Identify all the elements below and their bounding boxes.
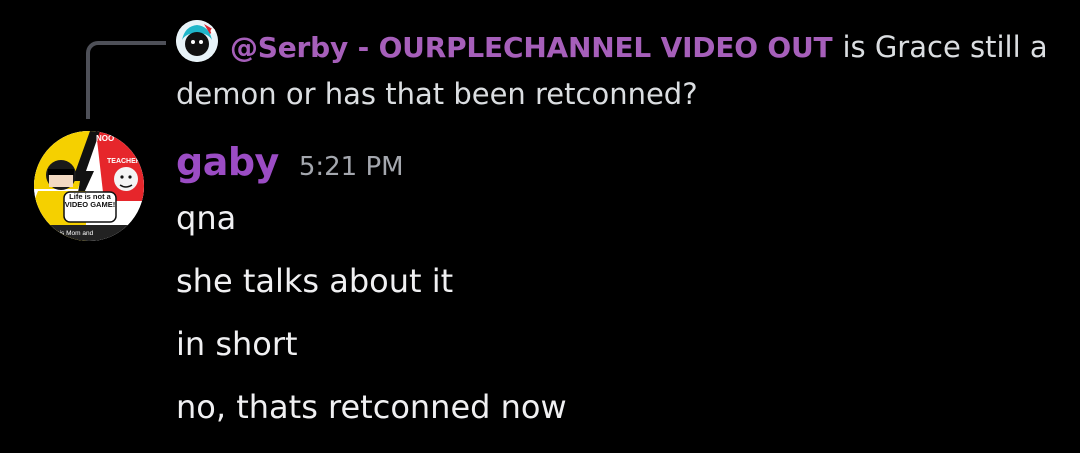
message-timestamp[interactable]: 5:21 PM <box>299 152 404 182</box>
avatar-heart-icon: ♡ <box>48 131 59 143</box>
message-line[interactable]: no, thats retconned now <box>176 387 567 427</box>
author-avatar-image: NOO ♡ TEACHER Life is not a VIDEO GAME! … <box>34 131 144 241</box>
avatar-top-text: NOO <box>96 134 114 143</box>
avatar-caption: Life is not a VIDEO GAME! <box>64 193 116 209</box>
avatar-bottom-text: his Mom and <box>56 230 94 237</box>
reply-preview[interactable]: @Serby - OURPLECHANNEL VIDEO OUT is Grace… <box>176 24 1056 117</box>
message-line[interactable]: she talks about it <box>176 261 453 301</box>
author-avatar[interactable]: NOO ♡ TEACHER Life is not a VIDEO GAME! … <box>34 131 144 241</box>
avatar-year-text: 20 <box>125 216 132 222</box>
message-header: gaby 5:21 PM <box>176 140 404 190</box>
reply-author[interactable]: @Serby - OURPLECHANNEL VIDEO OUT <box>230 31 833 64</box>
chat-screen: @Serby - OURPLECHANNEL VIDEO OUT is Grace… <box>0 0 1080 453</box>
avatar-teacher-text: TEACHER <box>107 158 141 165</box>
message-line[interactable]: in short <box>176 324 298 364</box>
message-line[interactable]: qna <box>176 198 236 238</box>
author-name[interactable]: gaby <box>176 140 279 184</box>
reply-connector <box>86 41 166 119</box>
